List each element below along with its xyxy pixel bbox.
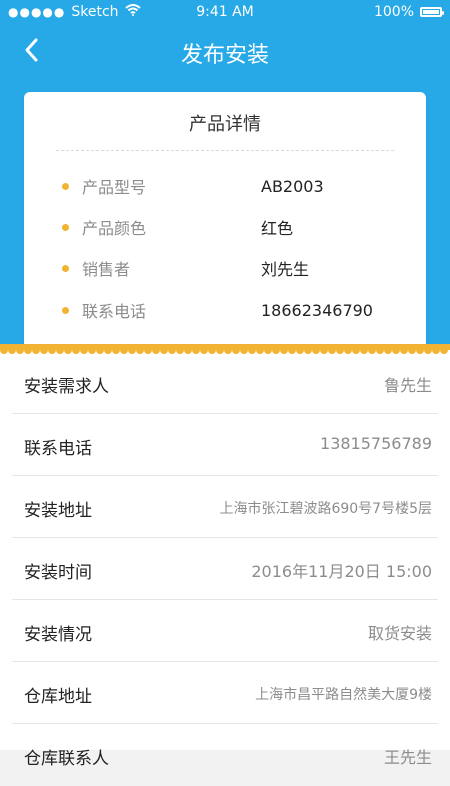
detail-row-status[interactable]: 安装情况 取货安装 bbox=[0, 600, 450, 662]
detail-row-phone[interactable]: 联系电话 13815756789 bbox=[0, 414, 450, 476]
detail-row-warehouse-contact[interactable]: 仓库联系人 王先生 bbox=[0, 724, 450, 786]
product-row-value: 红色 bbox=[261, 219, 294, 238]
detail-label: 安装情况 bbox=[24, 625, 92, 645]
detail-label: 安装需求人 bbox=[24, 377, 109, 397]
detail-label: 安装时间 bbox=[24, 563, 92, 583]
detail-label: 仓库联系人 bbox=[24, 749, 109, 769]
detail-value: 取货安装 bbox=[367, 624, 432, 643]
detail-value: 13815756789 bbox=[320, 434, 432, 453]
product-row-value: 18662346790 bbox=[261, 300, 373, 320]
product-row: 销售者 刘先生 bbox=[24, 254, 426, 282]
status-right: 100% bbox=[373, 4, 444, 20]
detail-row-time[interactable]: 安装时间 2016年11月20日 15:00 bbox=[0, 538, 450, 600]
install-details-list: 安装需求人 鲁先生 联系电话 13815756789 安装地址 上海市张江碧波路… bbox=[0, 352, 450, 769]
detail-label: 安装地址 bbox=[24, 501, 92, 521]
bullet-icon bbox=[62, 264, 69, 272]
page-title: 发布安装 bbox=[180, 43, 269, 68]
detail-value: 鲁先生 bbox=[383, 376, 432, 395]
battery-icon bbox=[420, 7, 444, 17]
detail-row-address[interactable]: 安装地址 上海市张江碧波路690号7号楼5层 bbox=[0, 476, 450, 538]
card-divider bbox=[56, 150, 394, 151]
detail-row-warehouse-address[interactable]: 仓库地址 上海市昌平路自然美大厦9楼 bbox=[0, 662, 450, 724]
scalloped-edge-icon bbox=[0, 344, 450, 358]
navbar: 发布安装 bbox=[0, 24, 450, 76]
product-row: 产品型号 AB2003 bbox=[24, 172, 426, 200]
bullet-icon bbox=[62, 182, 69, 190]
battery-label: 100% bbox=[373, 4, 414, 20]
bullet-icon bbox=[62, 306, 69, 314]
detail-row-requester[interactable]: 安装需求人 鲁先生 bbox=[0, 352, 450, 414]
product-row: 产品颜色 红色 bbox=[24, 213, 426, 241]
detail-value: 上海市张江碧波路690号7号楼5层 bbox=[219, 501, 432, 517]
detail-label: 联系电话 bbox=[24, 439, 92, 459]
product-row-label: 产品型号 bbox=[82, 178, 147, 197]
detail-value: 2016年11月20日 15:00 bbox=[251, 562, 432, 581]
product-row-label: 销售者 bbox=[82, 260, 131, 279]
product-row-label: 产品颜色 bbox=[82, 219, 147, 238]
product-row-label: 联系电话 bbox=[82, 302, 147, 321]
product-details-card: 产品详情 产品型号 AB2003 产品颜色 红色 销售者 刘先生 联系电话 18… bbox=[24, 92, 426, 350]
bullet-icon bbox=[62, 223, 69, 231]
product-row-value: AB2003 bbox=[261, 176, 324, 196]
product-row-value: 刘先生 bbox=[261, 260, 310, 279]
detail-value: 王先生 bbox=[383, 748, 432, 767]
status-bar: ●●●●● Sketch 9:41 AM 100% bbox=[0, 0, 450, 24]
detail-value: 上海市昌平路自然美大厦9楼 bbox=[255, 687, 432, 703]
ticket-edge bbox=[0, 344, 450, 358]
product-row: 联系电话 18662346790 bbox=[24, 296, 426, 324]
card-title: 产品详情 bbox=[189, 114, 261, 135]
detail-label: 仓库地址 bbox=[24, 687, 92, 707]
